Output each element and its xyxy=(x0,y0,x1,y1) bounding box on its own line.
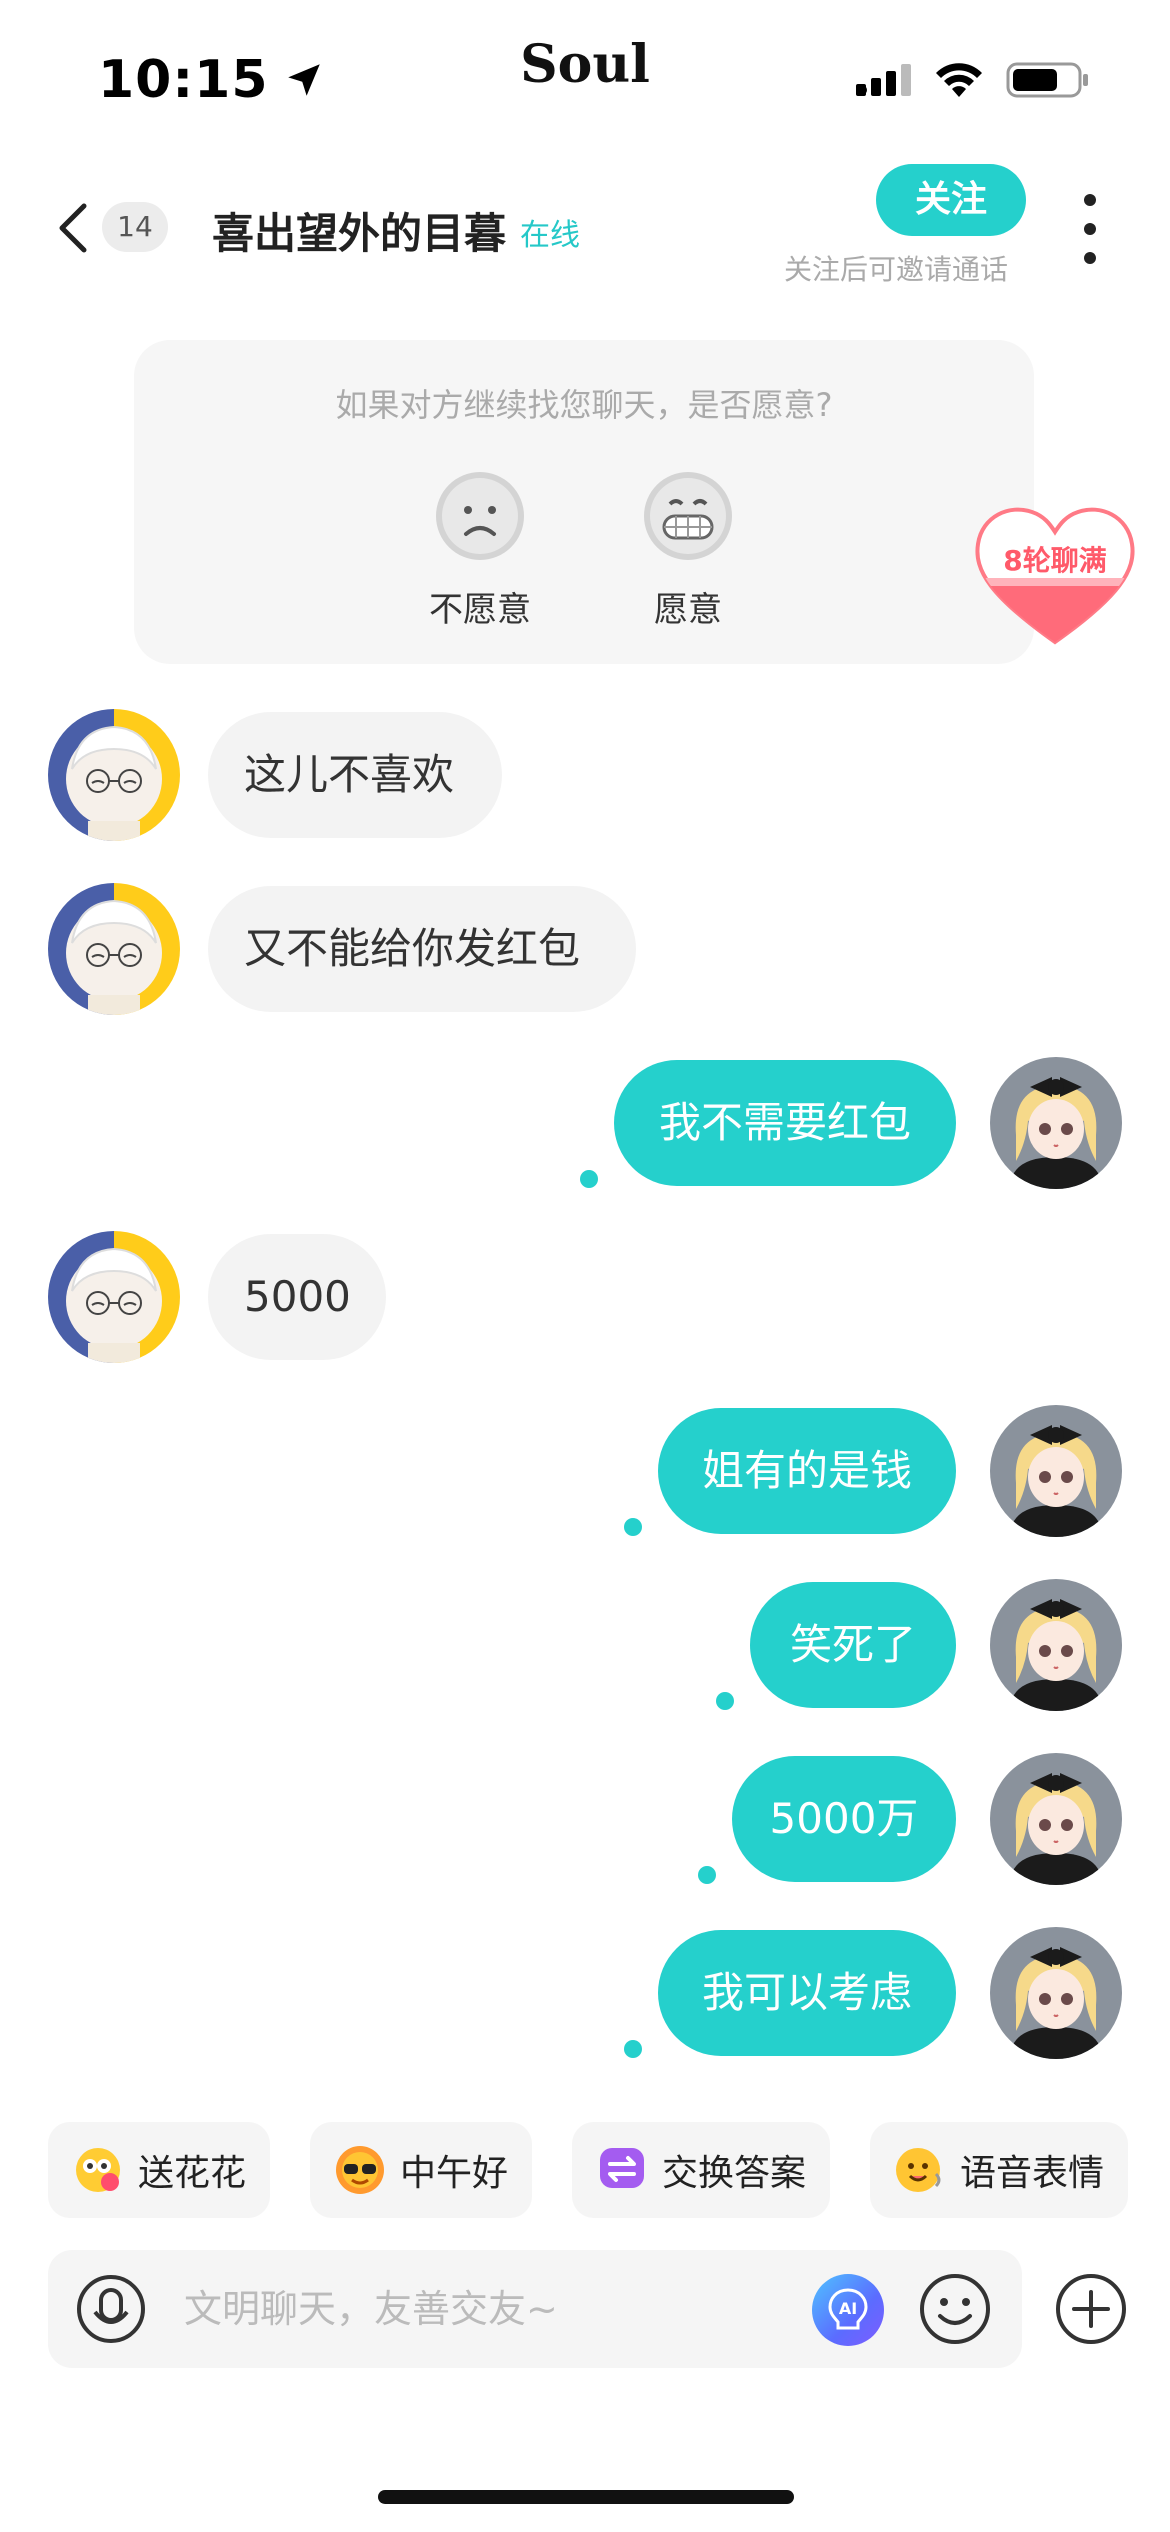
message-bubble[interactable]: 我不需要红包 xyxy=(614,1060,956,1186)
message-bubble[interactable]: 笑死了 xyxy=(750,1582,956,1708)
peer-avatar[interactable] xyxy=(48,709,180,841)
option-label: 不愿意 xyxy=(429,590,531,630)
voice-input-icon[interactable] xyxy=(76,2274,146,2344)
cellular-signal-icon xyxy=(856,64,911,96)
system-icons xyxy=(856,60,1090,100)
message-bubble[interactable]: 5000万 xyxy=(732,1756,956,1882)
chip-label: 语音表情 xyxy=(960,2153,1105,2194)
my-avatar[interactable] xyxy=(990,1405,1122,1537)
peer-name[interactable]: 喜出望外的目暮 xyxy=(212,200,506,261)
peer-avatar[interactable] xyxy=(48,883,180,1015)
my-avatar[interactable] xyxy=(990,1927,1122,2059)
flower-emoji-icon xyxy=(76,2148,120,2192)
unread-count-badge[interactable]: 14 xyxy=(102,202,168,252)
follow-button[interactable]: 关注 xyxy=(876,164,1026,236)
read-indicator-dot xyxy=(580,1170,598,1188)
chip-label: 交换答案 xyxy=(662,2153,807,2194)
chat-header: 14 喜出望外的目暮 在线 关注 关注后可邀请通话 xyxy=(0,150,1170,300)
read-indicator-dot xyxy=(698,1866,716,1884)
sad-face-icon xyxy=(436,472,524,560)
grin-face-icon xyxy=(644,472,732,560)
message-bubble[interactable]: 5000 xyxy=(208,1234,386,1360)
read-indicator-dot xyxy=(716,1692,734,1710)
sun-sunglasses-icon xyxy=(336,2146,384,2194)
svg-text:AI: AI xyxy=(839,2299,857,2318)
emoji-picker-icon[interactable] xyxy=(918,2272,992,2346)
willingness-survey-card: 如果对方继续找您聊天，是否愿意? 不愿意 愿意 xyxy=(134,340,1034,664)
chip-send-flowers[interactable]: 送花花 xyxy=(48,2122,271,2218)
message-bubble[interactable]: 我可以考虑 xyxy=(658,1930,956,2056)
survey-option-unwilling[interactable]: 不愿意 xyxy=(410,470,550,631)
message-text-input[interactable] xyxy=(184,2274,784,2344)
my-avatar[interactable] xyxy=(990,1579,1122,1711)
option-label: 愿意 xyxy=(654,590,722,630)
quick-reply-chips: 送花花 中午好 交换答案 语音表情 xyxy=(48,2122,1170,2218)
message-bubble[interactable]: 这儿不喜欢 xyxy=(208,712,502,838)
my-avatar[interactable] xyxy=(990,1057,1122,1189)
online-status: 在线 xyxy=(520,218,580,253)
chip-label: 送花花 xyxy=(138,2153,247,2194)
chat-screen: 10:15 Soul 14 喜出望外的目暮 在线 关注 关注后可邀请通话 如果对… xyxy=(0,0,1170,2532)
ai-bulb-icon: AI xyxy=(828,2288,868,2330)
wifi-icon xyxy=(936,63,982,97)
survey-option-willing[interactable]: 愿意 xyxy=(618,470,758,631)
back-chevron-icon[interactable] xyxy=(50,200,96,256)
add-attachment-icon[interactable] xyxy=(1054,2272,1128,2346)
exchange-icon xyxy=(600,2148,644,2188)
home-indicator xyxy=(378,2490,794,2504)
chip-label: 中午好 xyxy=(400,2153,509,2194)
message-bubble[interactable]: 又不能给你发红包 xyxy=(208,886,636,1012)
my-avatar[interactable] xyxy=(990,1753,1122,1885)
read-indicator-dot xyxy=(624,2040,642,2058)
chat-rounds-heart-icon[interactable]: 8轮聊满 xyxy=(970,500,1140,650)
message-bubble[interactable]: 姐有的是钱 xyxy=(658,1408,956,1534)
chip-good-noon[interactable]: 中午好 xyxy=(310,2122,533,2218)
battery-icon xyxy=(1006,62,1088,98)
chip-exchange-answers[interactable]: 交换答案 xyxy=(572,2122,831,2218)
status-bar: 10:15 Soul xyxy=(0,0,1170,150)
follow-hint: 关注后可邀请通话 xyxy=(784,253,1009,286)
ai-assistant-button[interactable]: AI xyxy=(812,2274,884,2346)
read-indicator-dot xyxy=(624,1518,642,1536)
survey-question: 如果对方继续找您聊天，是否愿意? xyxy=(335,386,833,424)
peer-avatar[interactable] xyxy=(48,1231,180,1363)
heart-badge-label: 8轮聊满 xyxy=(1003,544,1106,577)
more-options-icon[interactable] xyxy=(1075,194,1105,264)
voice-emoji-icon xyxy=(896,2148,941,2192)
message-input-bar: AI xyxy=(48,2250,1022,2368)
chip-voice-emoji[interactable]: 语音表情 xyxy=(870,2122,1129,2218)
